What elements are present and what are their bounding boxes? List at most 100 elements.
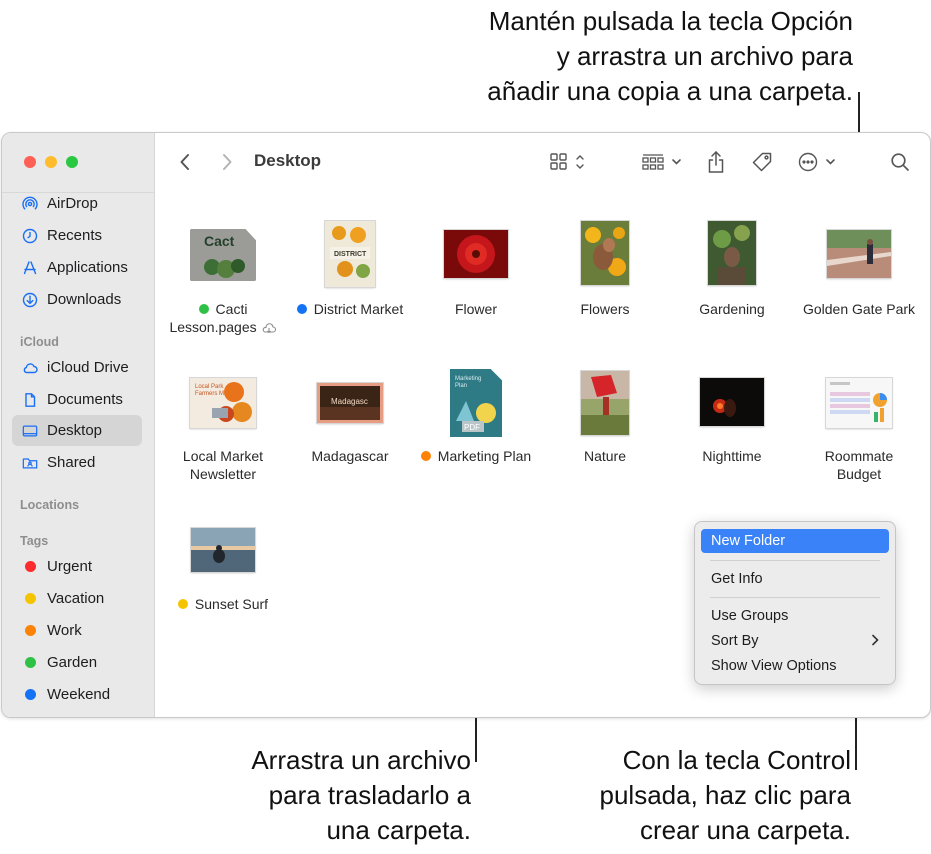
menu-item-new-folder[interactable]: New Folder bbox=[701, 529, 889, 553]
file-item-nighttime[interactable]: Nighttime bbox=[668, 365, 796, 495]
tag-color-dot bbox=[25, 593, 36, 604]
share-button[interactable] bbox=[704, 149, 728, 175]
file-item-cacti-lesson[interactable]: Cact Cacti Lesson.pages bbox=[159, 215, 287, 345]
sidebar-tag-work[interactable]: Work bbox=[12, 615, 142, 646]
file-name-line: Local Market bbox=[182, 448, 264, 464]
sidebar-item-documents[interactable]: Documents bbox=[12, 384, 142, 415]
file-name-line: Cacti bbox=[215, 301, 248, 317]
file-item-flowers[interactable]: Flowers bbox=[541, 215, 669, 345]
file-name-line: Sunset Surf bbox=[194, 596, 269, 612]
sidebar-section-locations: Locations bbox=[20, 498, 80, 512]
sidebar-item-label: AirDrop bbox=[47, 195, 98, 212]
minimize-window-button[interactable] bbox=[45, 156, 57, 168]
file-name-line: Gardening bbox=[699, 301, 765, 317]
file-thumbnail bbox=[581, 371, 629, 435]
sidebar-item-desktop[interactable]: Desktop bbox=[12, 415, 142, 446]
close-window-button[interactable] bbox=[24, 156, 36, 168]
file-name: Sunset Surf bbox=[159, 595, 287, 613]
file-item-local-market-newsletter[interactable]: Local Park Farmers Market Local Market Ne… bbox=[159, 365, 287, 495]
sidebar-item-downloads[interactable]: Downloads bbox=[12, 284, 142, 315]
file-name-line: Marketing Plan bbox=[437, 448, 532, 464]
file-item-golden-gate-park[interactable]: Golden Gate Park bbox=[795, 215, 923, 345]
sidebar-item-applications[interactable]: Applications bbox=[12, 252, 142, 283]
sidebar-item-icloud-drive[interactable]: iCloud Drive bbox=[12, 352, 142, 383]
document-icon bbox=[22, 392, 38, 408]
sidebar-item-label: iCloud Drive bbox=[47, 359, 129, 376]
menu-item-label: Get Info bbox=[711, 571, 763, 587]
tag-color-dot bbox=[296, 304, 307, 314]
tag-color-dot bbox=[177, 599, 188, 609]
back-icon bbox=[180, 154, 189, 170]
file-item-sunset-surf[interactable]: Sunset Surf bbox=[159, 513, 287, 613]
file-name-line: District Market bbox=[313, 301, 404, 317]
file-thumbnail bbox=[708, 221, 756, 285]
group-button[interactable] bbox=[640, 151, 686, 173]
file-thumbnail: DISTRICT bbox=[325, 221, 375, 287]
file-thumbnail bbox=[700, 378, 764, 426]
zoom-window-button[interactable] bbox=[66, 156, 78, 168]
file-item-roommate-budget[interactable]: Roommate Budget bbox=[795, 365, 923, 495]
callout-control-click: Con la tecla Control pulsada, haz clic p… bbox=[600, 743, 851, 848]
sidebar-item-airdrop[interactable]: AirDrop bbox=[12, 188, 142, 219]
grid-view-icon bbox=[550, 153, 584, 170]
share-icon bbox=[708, 150, 724, 173]
finder-window: AirDrop Recents Applications Downloads i… bbox=[1, 132, 931, 718]
sidebar-item-label: Applications bbox=[47, 259, 128, 276]
callout-line: pulsada, haz clic para bbox=[599, 780, 851, 810]
sidebar-item-label: Shared bbox=[47, 454, 96, 471]
file-thumbnail: Marketing Plan PDF bbox=[450, 369, 502, 437]
file-name: Flower bbox=[412, 300, 540, 318]
file-name: District Market bbox=[286, 300, 414, 318]
file-thumbnail bbox=[191, 528, 255, 572]
menu-item-use-groups[interactable]: Use Groups bbox=[701, 604, 889, 628]
back-button[interactable] bbox=[174, 151, 196, 173]
file-name: Nature bbox=[541, 447, 669, 465]
file-item-nature[interactable]: Nature bbox=[541, 365, 669, 495]
file-name-line: Budget bbox=[836, 466, 882, 482]
sidebar-tag-vacation[interactable]: Vacation bbox=[12, 583, 142, 614]
sidebar-item-label: Weekend bbox=[47, 686, 111, 703]
more-actions-button[interactable] bbox=[797, 150, 839, 174]
view-mode-button[interactable] bbox=[548, 151, 590, 173]
desktop-icon bbox=[22, 423, 38, 439]
file-item-flower[interactable]: Flower bbox=[412, 215, 540, 345]
tag-icon bbox=[752, 152, 772, 172]
file-name-line: Golden Gate Park bbox=[802, 301, 916, 317]
menu-item-show-view-options[interactable]: Show View Options bbox=[701, 654, 889, 678]
download-icon bbox=[22, 292, 38, 308]
sidebar-item-recents[interactable]: Recents bbox=[12, 220, 142, 251]
sidebar-item-shared[interactable]: Shared bbox=[12, 447, 142, 478]
file-item-district-market[interactable]: DISTRICT District Market bbox=[286, 215, 414, 345]
file-name-line: Nighttime bbox=[702, 448, 762, 464]
sidebar-item-label: Documents bbox=[47, 391, 123, 408]
sidebar-item-label: Garden bbox=[47, 654, 98, 671]
cloud-icon bbox=[22, 360, 38, 376]
search-button[interactable] bbox=[888, 150, 912, 174]
svg-text:Plan: Plan bbox=[455, 383, 467, 389]
callout-line: Arrastra un archivo bbox=[251, 745, 471, 775]
forward-button[interactable] bbox=[216, 151, 238, 173]
file-thumbnail bbox=[581, 221, 629, 285]
menu-item-get-info[interactable]: Get Info bbox=[701, 567, 889, 591]
svg-text:Marketing: Marketing bbox=[455, 376, 481, 382]
search-icon bbox=[891, 153, 909, 171]
file-name-line: Nature bbox=[583, 448, 627, 464]
file-name-line: Roommate bbox=[824, 448, 894, 464]
airdrop-icon bbox=[22, 196, 38, 212]
file-item-gardening[interactable]: Gardening bbox=[668, 215, 796, 345]
sidebar-tag-garden[interactable]: Garden bbox=[12, 647, 142, 678]
menu-item-sort-by[interactable]: Sort By bbox=[701, 629, 889, 653]
file-name: Golden Gate Park bbox=[795, 300, 923, 318]
sidebar-tag-urgent[interactable]: Urgent bbox=[12, 551, 142, 582]
file-item-madagascar[interactable]: Madagasc Madagascar bbox=[286, 365, 414, 495]
file-item-marketing-plan[interactable]: Marketing Plan PDF Marketing Plan bbox=[412, 365, 540, 495]
tag-color-dot bbox=[198, 304, 209, 314]
clock-icon bbox=[22, 228, 38, 244]
file-name-line: Flowers bbox=[580, 301, 630, 317]
sidebar-tag-weekend[interactable]: Weekend bbox=[12, 679, 142, 710]
callout-line: Mantén pulsada la tecla Opción bbox=[488, 6, 853, 36]
tag-button[interactable] bbox=[750, 150, 774, 174]
tag-color-dot bbox=[25, 625, 36, 636]
file-thumbnail bbox=[444, 230, 508, 278]
file-name: Roommate Budget bbox=[795, 447, 923, 483]
